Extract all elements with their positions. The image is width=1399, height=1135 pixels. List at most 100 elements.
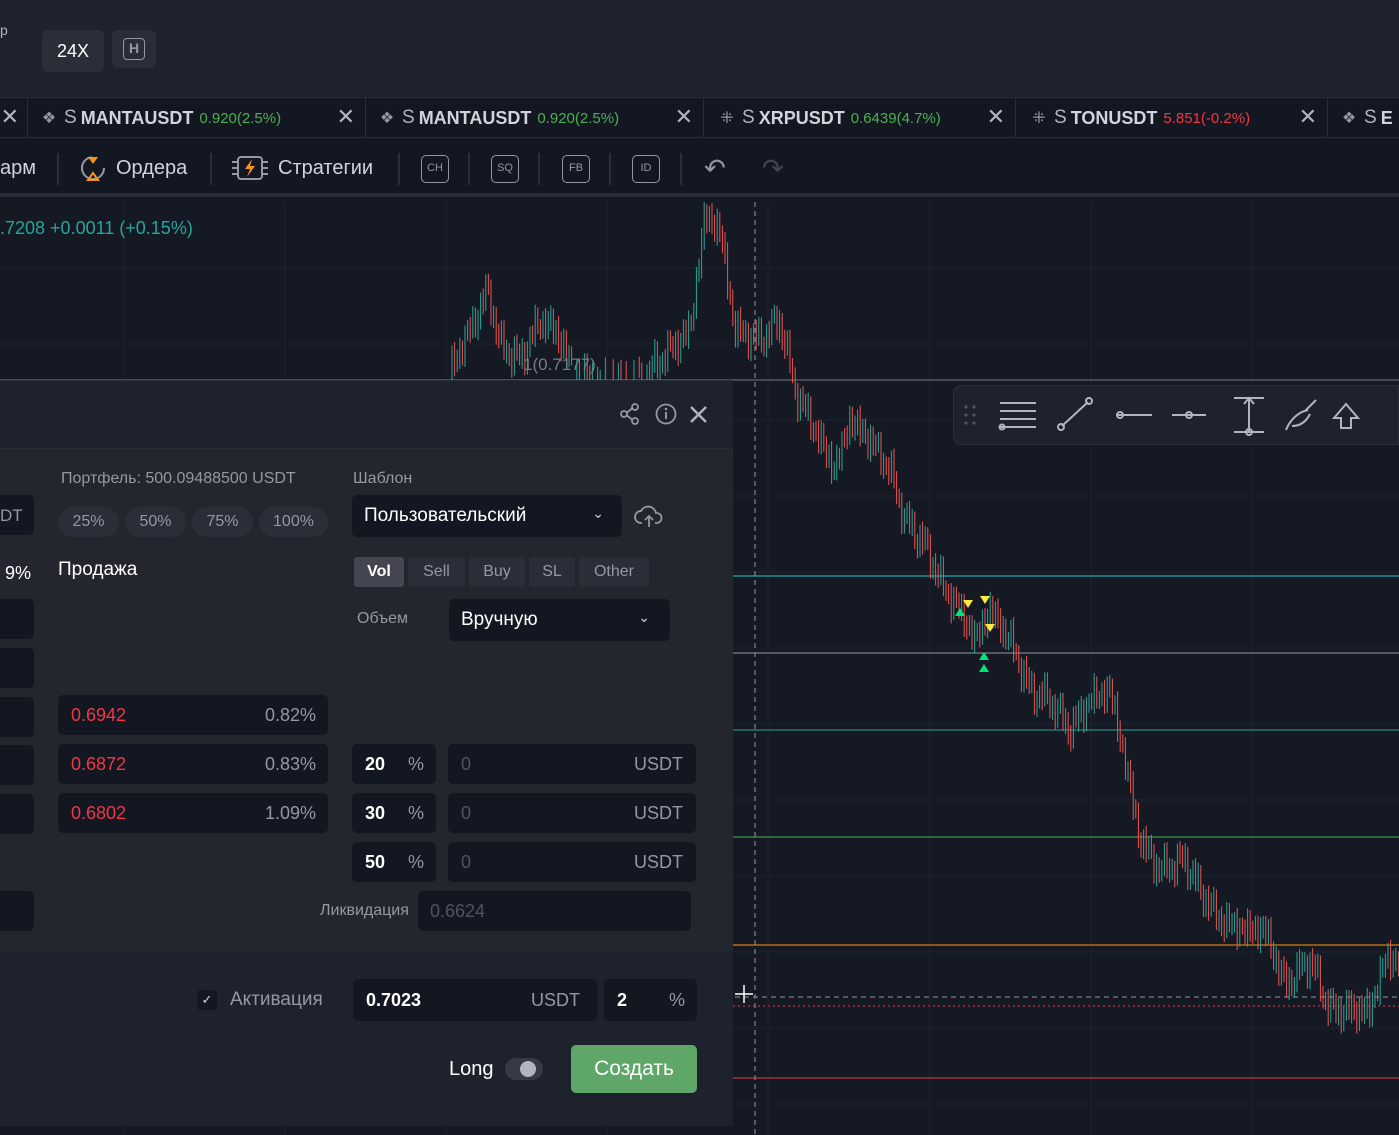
long-label: Long bbox=[449, 1058, 494, 1080]
signal-marker bbox=[985, 624, 995, 632]
price-range-icon bbox=[1234, 396, 1264, 436]
tab-close-icon[interactable]: ✕ bbox=[1, 104, 19, 130]
tab-close-icon[interactable]: ✕ bbox=[987, 104, 1005, 130]
pct-50-button[interactable]: 50% bbox=[125, 507, 186, 537]
close-icon[interactable] bbox=[688, 404, 709, 425]
pct-25-button[interactable]: 25% bbox=[58, 507, 119, 537]
create-button[interactable]: Создать bbox=[571, 1045, 697, 1093]
id-button[interactable]: ID bbox=[632, 155, 660, 183]
chevron-down-icon: ⌄ bbox=[638, 609, 650, 625]
redo-icon[interactable]: ↷ bbox=[762, 139, 784, 197]
template-select[interactable]: Пользовательский ⌄ bbox=[352, 495, 622, 537]
binance-icon: ❖ bbox=[379, 110, 395, 127]
panel-footer bbox=[0, 951, 733, 1126]
left-field[interactable] bbox=[0, 891, 34, 931]
template-label: Шаблон bbox=[353, 470, 413, 487]
signal-marker bbox=[980, 596, 990, 604]
alloc-amount-input[interactable]: 0 USDT bbox=[448, 842, 696, 882]
chip-vol[interactable]: Vol bbox=[354, 557, 404, 587]
sell-price-row[interactable]: 0.6942 0.82% bbox=[58, 695, 328, 735]
portfolio-label: Портфель: 500.09488500 USDT bbox=[61, 470, 296, 487]
left-field[interactable] bbox=[0, 794, 34, 834]
divider bbox=[538, 153, 540, 185]
liquidation-field: 0.6624 bbox=[418, 891, 691, 931]
top-bar: p 24X H bbox=[0, 0, 1399, 98]
alloc-pct-input[interactable]: 30% bbox=[352, 793, 436, 833]
ch-button[interactable]: CH bbox=[421, 155, 449, 183]
chip-sl[interactable]: SL bbox=[529, 557, 575, 587]
left-field[interactable] bbox=[0, 648, 34, 688]
fb-button[interactable]: FB bbox=[562, 155, 590, 183]
divider bbox=[468, 153, 470, 185]
left-field[interactable] bbox=[0, 745, 34, 785]
signal-marker bbox=[979, 664, 989, 672]
tab-3[interactable]: ⁜ S TONUSDT 5.851(-0.2%) ✕ bbox=[1016, 98, 1328, 138]
leverage-button[interactable]: 24X bbox=[42, 30, 104, 72]
alloc-pct-input[interactable]: 50% bbox=[352, 842, 436, 882]
h-button[interactable]: H bbox=[112, 30, 156, 68]
left-field[interactable]: DT bbox=[0, 495, 34, 535]
strategy-chip-icon bbox=[232, 156, 268, 180]
farm-button[interactable]: арм bbox=[0, 139, 36, 197]
divider bbox=[680, 153, 682, 185]
tab-0[interactable]: ❖ S MANTAUSDT 0.920(2.5%) ✕ bbox=[28, 98, 366, 138]
binance-icon: ❖ bbox=[41, 110, 57, 127]
divider bbox=[57, 153, 59, 185]
left-pct-text: 9% bbox=[5, 563, 32, 583]
orders-icon bbox=[81, 156, 105, 181]
left-field[interactable] bbox=[0, 697, 34, 737]
level-label: 1(0.7177) bbox=[523, 355, 596, 374]
alloc-amount-input[interactable]: 0 USDT bbox=[448, 744, 696, 784]
undo-icon[interactable]: ↶ bbox=[704, 139, 726, 197]
activation-label: Активация bbox=[230, 989, 323, 1010]
orders-button[interactable]: Ордера bbox=[78, 139, 187, 197]
pct-75-button[interactable]: 75% bbox=[192, 507, 253, 537]
divider bbox=[609, 153, 611, 185]
chip-buy[interactable]: Buy bbox=[469, 557, 525, 587]
alloc-pct-input[interactable]: 20% bbox=[352, 744, 436, 784]
left-field[interactable] bbox=[0, 599, 34, 639]
h-icon: H bbox=[123, 37, 145, 60]
tab-1[interactable]: ❖ S MANTAUSDT 0.920(2.5%) ✕ bbox=[366, 98, 704, 138]
crosshair-cursor bbox=[735, 985, 753, 1003]
activation-price-input[interactable]: 0.7023 USDT bbox=[353, 979, 597, 1021]
tab-2[interactable]: ⁜ S XRPUSDT 0.6439(4.7%) ✕ bbox=[704, 98, 1016, 138]
long-toggle[interactable] bbox=[505, 1058, 543, 1080]
chip-other[interactable]: Other bbox=[579, 557, 649, 587]
tab-close-icon[interactable]: ✕ bbox=[675, 104, 693, 130]
tab-close-icon[interactable]: ✕ bbox=[1299, 104, 1317, 130]
chip-sell[interactable]: Sell bbox=[408, 557, 465, 587]
activation-checkbox[interactable]: ✓ bbox=[197, 990, 217, 1010]
volume-label: Объем bbox=[357, 610, 408, 627]
cloud-upload-icon[interactable] bbox=[634, 503, 664, 529]
sell-price-row[interactable]: 0.6872 0.83% bbox=[58, 744, 328, 784]
pct-100-button[interactable]: 100% bbox=[259, 507, 328, 537]
price-change-text: .7208 +0.0011 (+0.15%) bbox=[0, 218, 193, 238]
info-icon[interactable] bbox=[655, 403, 677, 425]
share-icon[interactable] bbox=[619, 403, 641, 425]
drag-handle-icon bbox=[964, 405, 976, 425]
sell-price-row[interactable]: 0.6802 1.09% bbox=[58, 793, 328, 833]
binance-icon: ❖ bbox=[1341, 110, 1357, 127]
chevron-down-icon: ⌄ bbox=[592, 505, 604, 521]
drawing-toolbar bbox=[953, 385, 1399, 445]
sell-title: Продажа bbox=[58, 559, 138, 580]
trend-line-icon bbox=[1057, 397, 1093, 431]
symbol-tabs: ✕ ❖ S MANTAUSDT 0.920(2.5%) ✕ ❖ S MANTAU… bbox=[0, 98, 1399, 138]
signal-marker bbox=[955, 608, 965, 616]
okx-icon: ⁜ bbox=[720, 110, 734, 127]
tab-4[interactable]: ❖ S E bbox=[1328, 98, 1399, 138]
strategies-button[interactable]: Стратегии bbox=[230, 139, 373, 197]
tab-close-icon[interactable]: ✕ bbox=[337, 104, 355, 130]
tab-partial[interactable]: ✕ bbox=[0, 98, 28, 138]
alloc-amount-input[interactable]: 0 USDT bbox=[448, 793, 696, 833]
arrow-up-icon bbox=[1331, 402, 1361, 429]
volume-select[interactable]: Вручную ⌄ bbox=[449, 599, 670, 641]
divider bbox=[210, 153, 212, 185]
okx-icon: ⁜ bbox=[1032, 110, 1046, 127]
horizontal-ray-icon bbox=[1116, 411, 1152, 419]
panel-header bbox=[0, 381, 733, 449]
top-lead-text: p bbox=[0, 22, 8, 38]
activation-pct-input[interactable]: 2 % bbox=[604, 979, 697, 1021]
sq-button[interactable]: SQ bbox=[491, 155, 519, 183]
